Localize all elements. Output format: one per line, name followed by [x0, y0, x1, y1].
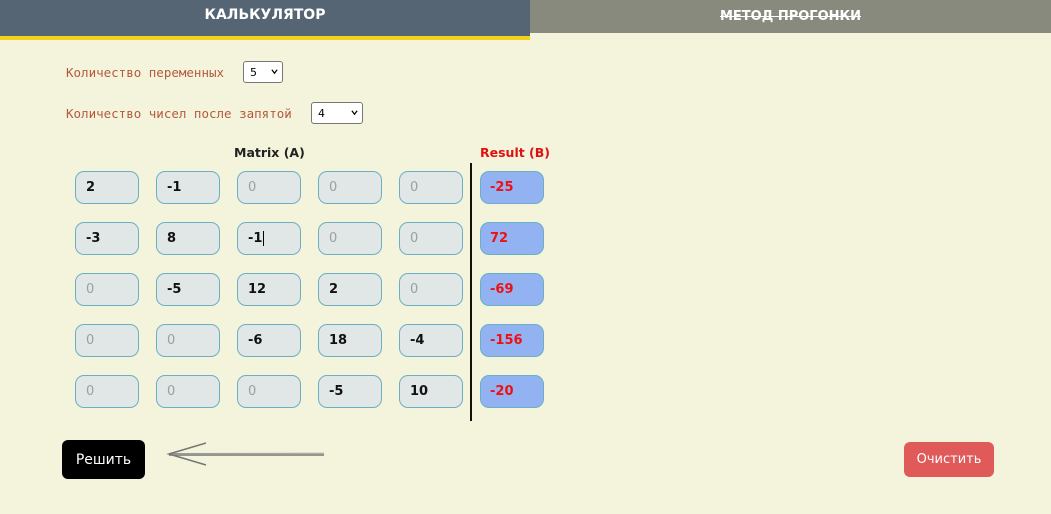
result-cell-value: -156 [490, 333, 523, 348]
tab-bar: КАЛЬКУЛЯТОР МЕТОД ПРОГОНКИ [0, 0, 1051, 40]
result-heading: Result (B) [480, 145, 551, 160]
matrix-cell-value: 0 [410, 282, 419, 297]
matrix-cell[interactable]: -3 [75, 222, 139, 255]
matrix-cell[interactable]: -1 [237, 222, 301, 255]
matrix-cell-value: 0 [86, 384, 95, 399]
matrix-cell[interactable]: 2 [75, 171, 139, 204]
matrix-cell-value: 2 [329, 282, 339, 297]
tab-sweep-method-label: МЕТОД ПРОГОНКИ [719, 9, 862, 24]
variables-count-select[interactable]: 5 [243, 61, 283, 83]
solve-button[interactable]: Решить [62, 440, 145, 479]
matrix-cell-value: 0 [86, 282, 95, 297]
tab-calculator-label: КАЛЬКУЛЯТОР [204, 7, 326, 23]
tab-calculator[interactable]: КАЛЬКУЛЯТОР [0, 0, 530, 40]
matrix-cell-value: 0 [248, 384, 257, 399]
matrix-cell[interactable]: -1 [156, 171, 220, 204]
matrix-cell-value: -5 [329, 384, 344, 399]
matrix-cell[interactable]: -5 [318, 375, 382, 408]
matrix-cell-value: -5 [167, 282, 182, 297]
matrix-cell-value: 0 [248, 180, 257, 195]
matrix-cell-value: -1 [167, 180, 182, 195]
matrix-cell-value: 0 [167, 333, 176, 348]
matrix-cell[interactable]: 18 [318, 324, 382, 357]
matrix-cell-value: 0 [167, 384, 176, 399]
decimals-count-label: Количество чисел после запятой [66, 106, 292, 121]
decimals-count-select[interactable]: 4 [311, 102, 363, 124]
matrix-cell[interactable]: 2 [318, 273, 382, 306]
solve-button-label: Решить [75, 451, 132, 468]
matrix-cell-value: -6 [248, 333, 263, 348]
result-cell[interactable]: -20 [480, 375, 544, 408]
matrix-cell[interactable]: 12 [237, 273, 301, 306]
matrix-cell[interactable]: 8 [156, 222, 220, 255]
result-cell-value: 72 [490, 231, 509, 246]
matrix-cell[interactable]: -4 [399, 324, 463, 357]
matrix-cell-value: 2 [86, 180, 96, 195]
tab-sweep-method[interactable]: МЕТОД ПРОГОНКИ [530, 0, 1051, 33]
matrix-cell-value: 0 [329, 180, 338, 195]
matrix-cell-value: -3 [86, 231, 101, 246]
decimals-count-value: 4 [318, 106, 325, 120]
result-cell[interactable]: 72 [480, 222, 544, 255]
matrix-cell[interactable]: 0 [75, 375, 139, 408]
result-cell-value: -20 [490, 384, 514, 399]
matrix-cell-value: -4 [410, 333, 425, 348]
result-cell[interactable]: -25 [480, 171, 544, 204]
chevron-down-icon [271, 69, 278, 75]
variables-count-label: Количество переменных [66, 65, 225, 80]
result-cell-value: -69 [490, 282, 514, 297]
matrix-cell[interactable]: 0 [75, 273, 139, 306]
matrix-cell-value: 18 [329, 333, 348, 348]
matrix-cell[interactable]: 0 [237, 171, 301, 204]
matrix-heading: Matrix (A) [234, 145, 305, 160]
matrix-cell[interactable]: 0 [237, 375, 301, 408]
matrix-cell-value: 8 [167, 231, 177, 246]
chevron-down-icon [351, 110, 358, 116]
matrix-cell-value: 0 [329, 231, 338, 246]
matrix-cell[interactable]: 0 [156, 375, 220, 408]
matrix-cell-value: 0 [86, 333, 95, 348]
clear-button-label: Очистить [916, 452, 982, 467]
matrix-cell[interactable]: -5 [156, 273, 220, 306]
result-cell-value: -25 [490, 180, 514, 195]
arrow-left-icon [166, 442, 325, 466]
matrix-cell[interactable]: 0 [75, 324, 139, 357]
matrix-cell[interactable]: 0 [399, 273, 463, 306]
text-caret [263, 231, 265, 246]
matrix-cell-value: 10 [410, 384, 429, 399]
matrix-cell-value: 0 [410, 231, 419, 246]
result-cell[interactable]: -69 [480, 273, 544, 306]
matrix-cell[interactable]: 0 [399, 171, 463, 204]
matrix-cell[interactable]: 10 [399, 375, 463, 408]
matrix-cell[interactable]: 0 [318, 222, 382, 255]
result-cell[interactable]: -156 [480, 324, 544, 357]
matrix-result-divider [470, 163, 472, 421]
matrix-cell[interactable]: 0 [399, 222, 463, 255]
clear-button[interactable]: Очистить [904, 442, 994, 477]
matrix-cell-value: 12 [248, 282, 267, 297]
variables-count-value: 5 [250, 65, 257, 79]
matrix-cell[interactable]: -6 [237, 324, 301, 357]
matrix-cell[interactable]: 0 [318, 171, 382, 204]
matrix-cell[interactable]: 0 [156, 324, 220, 357]
matrix-cell-value: 0 [410, 180, 419, 195]
matrix-cell-value: -1 [248, 231, 263, 246]
